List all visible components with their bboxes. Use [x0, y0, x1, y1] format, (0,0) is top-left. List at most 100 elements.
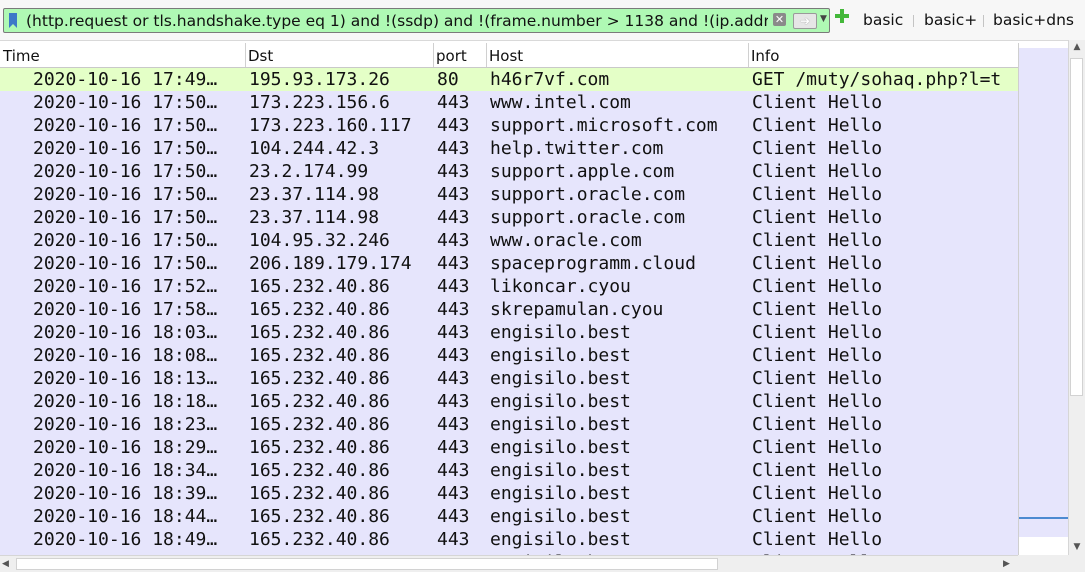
table-row[interactable]: 2020-10-16 17:58… 165.232.40.86 443 skrepam… [0, 298, 1018, 321]
cell-info: Client Hello [752, 115, 883, 136]
horizontal-scrollbar[interactable]: ◀ ▶ [0, 555, 1018, 572]
cell-info: Client Hello [752, 138, 883, 159]
chevron-left-icon[interactable]: ◀ [2, 556, 16, 572]
column-header-dst[interactable]: Dst [245, 43, 433, 67]
cell-dst: 165.232.40.86 [249, 345, 390, 366]
cell-dst: 195.93.173.26 [249, 69, 390, 90]
cell-host: engisilo.best [490, 391, 631, 412]
minimap-bottom [1019, 537, 1069, 555]
cell-host: engisilo.best [490, 322, 631, 343]
table-row[interactable]: 2020-10-16 17:50… 104.244.42.3 443 help.twi… [0, 137, 1018, 160]
table-row[interactable]: 2020-10-16 17:50… 104.95.32.246 443 www.ora… [0, 229, 1018, 252]
packet-list[interactable]: 2020-10-16 17:49… 195.93.173.26 80 h46r7vf.… [0, 68, 1018, 555]
table-row[interactable]: 2020-10-16 17:52… 165.232.40.86 443 likonca… [0, 275, 1018, 298]
table-row[interactable]: 2020-10-16 17:50… 206.189.179.174 443 space… [0, 252, 1018, 275]
cell-port: 443 [437, 138, 470, 159]
cell-host: support.oracle.com [490, 207, 686, 228]
table-row[interactable]: 2020-10-16 18:03… 165.232.40.86 443 engisil… [0, 321, 1018, 344]
table-row[interactable]: 2020-10-16 18:23… 165.232.40.86 443 engisil… [0, 413, 1018, 436]
cell-host: likoncar.cyou [490, 276, 631, 297]
cell-info: Client Hello [752, 529, 883, 550]
table-row[interactable]: 2020-10-16 18:44… 165.232.40.86 443 engisil… [0, 505, 1018, 528]
column-header-info[interactable]: Info [748, 43, 1018, 67]
cell-port: 443 [437, 483, 470, 504]
display-filter-text[interactable]: (http.request or tls.handshake.type eq 1… [26, 11, 768, 31]
display-filter-input[interactable]: (http.request or tls.handshake.type eq 1… [3, 8, 830, 33]
apply-filter-icon[interactable]: ➔ [793, 13, 817, 29]
cell-time: 2020-10-16 17:50… [33, 92, 218, 113]
cell-port: 443 [437, 253, 470, 274]
column-header-port[interactable]: port [433, 43, 486, 67]
cell-dst: 23.2.174.99 [249, 161, 369, 182]
bookmark-icon[interactable] [9, 13, 17, 28]
table-row[interactable]: 2020-10-16 18:29… 165.232.40.86 443 engisil… [0, 436, 1018, 459]
filter-button-basic[interactable]: basic [863, 10, 903, 30]
vertical-scrollbar[interactable]: ▲ ▼ [1068, 40, 1085, 555]
table-row[interactable]: 2020-10-16 18:34… 165.232.40.86 443 engisil… [0, 459, 1018, 482]
cell-dst: 206.189.179.174 [249, 253, 412, 274]
cell-host: engisilo.best [490, 414, 631, 435]
cell-port: 443 [437, 414, 470, 435]
cell-host: support.apple.com [490, 161, 675, 182]
cell-host: support.oracle.com [490, 184, 686, 205]
cell-host: www.oracle.com [490, 230, 642, 251]
chevron-down-icon[interactable]: ▼ [1069, 540, 1085, 555]
chevron-up-icon[interactable]: ▲ [1069, 40, 1085, 55]
cell-port: 443 [437, 161, 470, 182]
table-row[interactable]: 2020-10-16 17:49… 195.93.173.26 80 h46r7vf.… [0, 68, 1018, 91]
cell-dst: 104.244.42.3 [249, 138, 380, 159]
packet-minimap[interactable] [1018, 43, 1069, 555]
cell-host: engisilo.best [490, 483, 631, 504]
table-row[interactable]: 2020-10-16 18:13… 165.232.40.86 443 engisil… [0, 367, 1018, 390]
cell-time: 2020-10-16 17:50… [33, 184, 218, 205]
horizontal-scroll-thumb[interactable] [16, 558, 718, 570]
cell-dst: 173.223.156.6 [249, 92, 390, 113]
cell-info: Client Hello [752, 414, 883, 435]
cell-dst: 165.232.40.86 [249, 299, 390, 320]
cell-host: engisilo.best [490, 460, 631, 481]
cell-port: 443 [437, 529, 470, 550]
cell-time: 2020-10-16 18:39… [33, 483, 218, 504]
minimap-selection-marker [1019, 517, 1069, 519]
chevron-down-icon[interactable]: ▼ [820, 14, 827, 24]
cell-time: 2020-10-16 17:52… [33, 276, 218, 297]
cell-info: Client Hello [752, 161, 883, 182]
cell-dst: 165.232.40.86 [249, 368, 390, 389]
table-row[interactable]: 2020-10-16 17:50… 23.37.114.98 443 support.… [0, 206, 1018, 229]
table-row[interactable]: 2020-10-16 18:39… 165.232.40.86 443 engisil… [0, 482, 1018, 505]
packet-list-header: Time Dst port Host Info [0, 43, 1018, 68]
cell-port: 443 [437, 276, 470, 297]
column-header-host[interactable]: Host [486, 43, 748, 67]
table-row[interactable]: 2020-10-16 18:18… 165.232.40.86 443 engisil… [0, 390, 1018, 413]
filter-button-basic-dns[interactable]: basic+dns [993, 10, 1074, 30]
cell-time: 2020-10-16 17:50… [33, 207, 218, 228]
table-row[interactable]: 2020-10-16 17:50… 23.2.174.99 443 support.a… [0, 160, 1018, 183]
filter-button-basic-plus[interactable]: basic+ [924, 10, 977, 30]
cell-time: 2020-10-16 18:23… [33, 414, 218, 435]
table-row[interactable]: 2020-10-16 17:50… 173.223.160.117 443 suppo… [0, 114, 1018, 137]
table-row[interactable]: 2020-10-16 17:50… 23.37.114.98 443 support.… [0, 183, 1018, 206]
cell-port: 443 [437, 184, 470, 205]
table-row[interactable]: 2020-10-16 17:50… 173.223.156.6 443 www.int… [0, 91, 1018, 114]
divider [983, 15, 984, 27]
chevron-right-icon[interactable]: ▶ [1003, 556, 1017, 572]
cell-time: 2020-10-16 18:34… [33, 460, 218, 481]
clear-filter-icon[interactable]: ✕ [773, 13, 786, 26]
cell-info: Client Hello [752, 276, 883, 297]
vertical-scroll-thumb[interactable] [1070, 58, 1083, 396]
cell-dst: 165.232.40.86 [249, 529, 390, 550]
cell-port: 443 [437, 322, 470, 343]
cell-port: 443 [437, 299, 470, 320]
cell-port: 443 [437, 230, 470, 251]
cell-time: 2020-10-16 17:50… [33, 115, 218, 136]
divider [913, 15, 914, 27]
cell-host: engisilo.best [490, 529, 631, 550]
cell-info: Client Hello [752, 92, 883, 113]
cell-port: 443 [437, 391, 470, 412]
table-row[interactable]: 2020-10-16 18:49… 165.232.40.86 443 engisil… [0, 528, 1018, 551]
column-header-time[interactable]: Time [0, 43, 245, 67]
cell-host: engisilo.best [490, 506, 631, 527]
add-filter-button-icon[interactable] [835, 9, 849, 23]
cell-dst: 165.232.40.86 [249, 276, 390, 297]
table-row[interactable]: 2020-10-16 18:08… 165.232.40.86 443 engisil… [0, 344, 1018, 367]
